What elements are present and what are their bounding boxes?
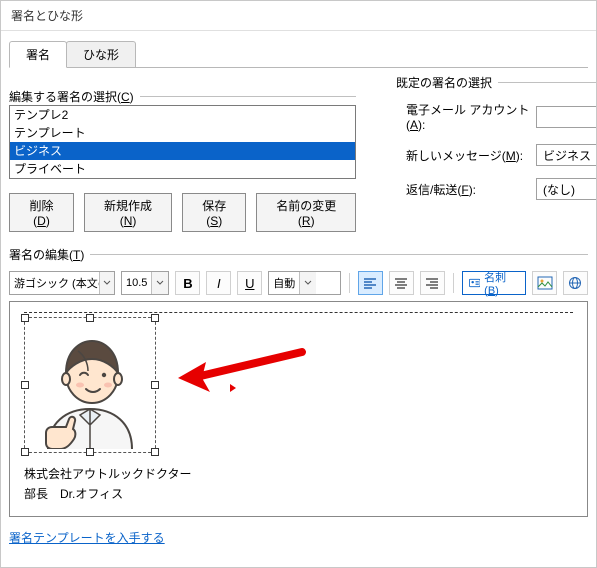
vcard-icon [469, 277, 480, 289]
bold-button[interactable]: B [175, 271, 200, 295]
align-right-icon [425, 277, 439, 289]
chevron-down-icon [156, 279, 164, 287]
align-center-icon [394, 277, 408, 289]
align-left-icon [363, 277, 377, 289]
insert-link-button[interactable] [563, 271, 588, 295]
list-item[interactable]: プライベート [10, 160, 355, 178]
tab-stationery[interactable]: ひな形 [66, 41, 136, 67]
signatures-dialog: 署名とひな形 署名 ひな形 編集する署名の選択(C) テンプレ2 テンプレート … [0, 0, 597, 568]
signature-list-panel: 編集する署名の選択(C) テンプレ2 テンプレート ビジネス プライベート 削除… [9, 74, 356, 232]
save-button[interactable]: 保存(S) [182, 193, 246, 232]
dialog-body: 署名 ひな形 編集する署名の選択(C) テンプレ2 テンプレート ビジネス プラ… [1, 31, 596, 562]
annotation-caret [230, 384, 236, 392]
delete-button[interactable]: 削除(D) [9, 193, 74, 232]
tab-strip: 署名 ひな形 [9, 41, 588, 68]
annotation-arrow [172, 342, 312, 412]
new-messages-label: 新しいメッセージ(M): [406, 147, 536, 164]
font-size-select[interactable]: 10.5 [121, 271, 169, 295]
font-color-select[interactable]: 自動 [268, 271, 341, 295]
rename-button[interactable]: 名前の変更(R) [256, 193, 356, 232]
avatar-image [28, 321, 152, 449]
image-icon [537, 276, 553, 290]
chevron-down-icon [304, 279, 312, 287]
edit-signature-label: 署名の編集(T) [9, 246, 84, 263]
format-toolbar: 游ゴシック (本文の 10.5 B I U 自動 [9, 271, 588, 295]
get-templates-link[interactable]: 署名テンプレートを入手する [9, 529, 165, 546]
new-messages-select[interactable]: ビジネス [536, 144, 597, 166]
list-item[interactable]: テンプレ2 [10, 106, 355, 124]
email-account-select[interactable] [536, 106, 597, 128]
align-right-button[interactable] [420, 271, 445, 295]
replies-select[interactable]: (なし) [536, 178, 597, 200]
align-center-button[interactable] [389, 271, 414, 295]
select-signature-label: 編集する署名の選択(C) [9, 88, 134, 105]
business-card-button[interactable]: 名刺(B) [462, 271, 526, 295]
signature-editor[interactable]: 株式会社アウトルックドクター 部長 Dr.オフィス [9, 301, 588, 517]
list-item[interactable]: ビジネス [10, 142, 355, 160]
italic-button[interactable]: I [206, 271, 231, 295]
link-icon [567, 276, 583, 290]
tab-signatures[interactable]: 署名 [9, 41, 67, 68]
signature-text[interactable]: 株式会社アウトルックドクター 部長 Dr.オフィス [24, 464, 573, 504]
underline-button[interactable]: U [237, 271, 262, 295]
signature-listbox[interactable]: テンプレ2 テンプレート ビジネス プライベート [9, 105, 356, 179]
list-item[interactable]: テンプレート [10, 124, 355, 142]
inserted-image[interactable] [24, 317, 156, 453]
email-account-label: 電子メール アカウント(A): [406, 101, 536, 132]
default-signature-label: 既定の署名の選択 [396, 74, 492, 91]
new-button[interactable]: 新規作成(N) [84, 193, 172, 232]
chevron-down-icon [103, 279, 111, 287]
font-family-select[interactable]: 游ゴシック (本文の [9, 271, 115, 295]
window-title: 署名とひな形 [1, 1, 596, 31]
align-left-button[interactable] [358, 271, 383, 295]
separator-line [24, 312, 573, 313]
default-signature-panel: 既定の署名の選択 電子メール アカウント(A): 新しいメッセージ(M): ビジ… [396, 74, 597, 212]
insert-image-button[interactable] [532, 271, 557, 295]
replies-label: 返信/転送(F): [406, 181, 536, 198]
